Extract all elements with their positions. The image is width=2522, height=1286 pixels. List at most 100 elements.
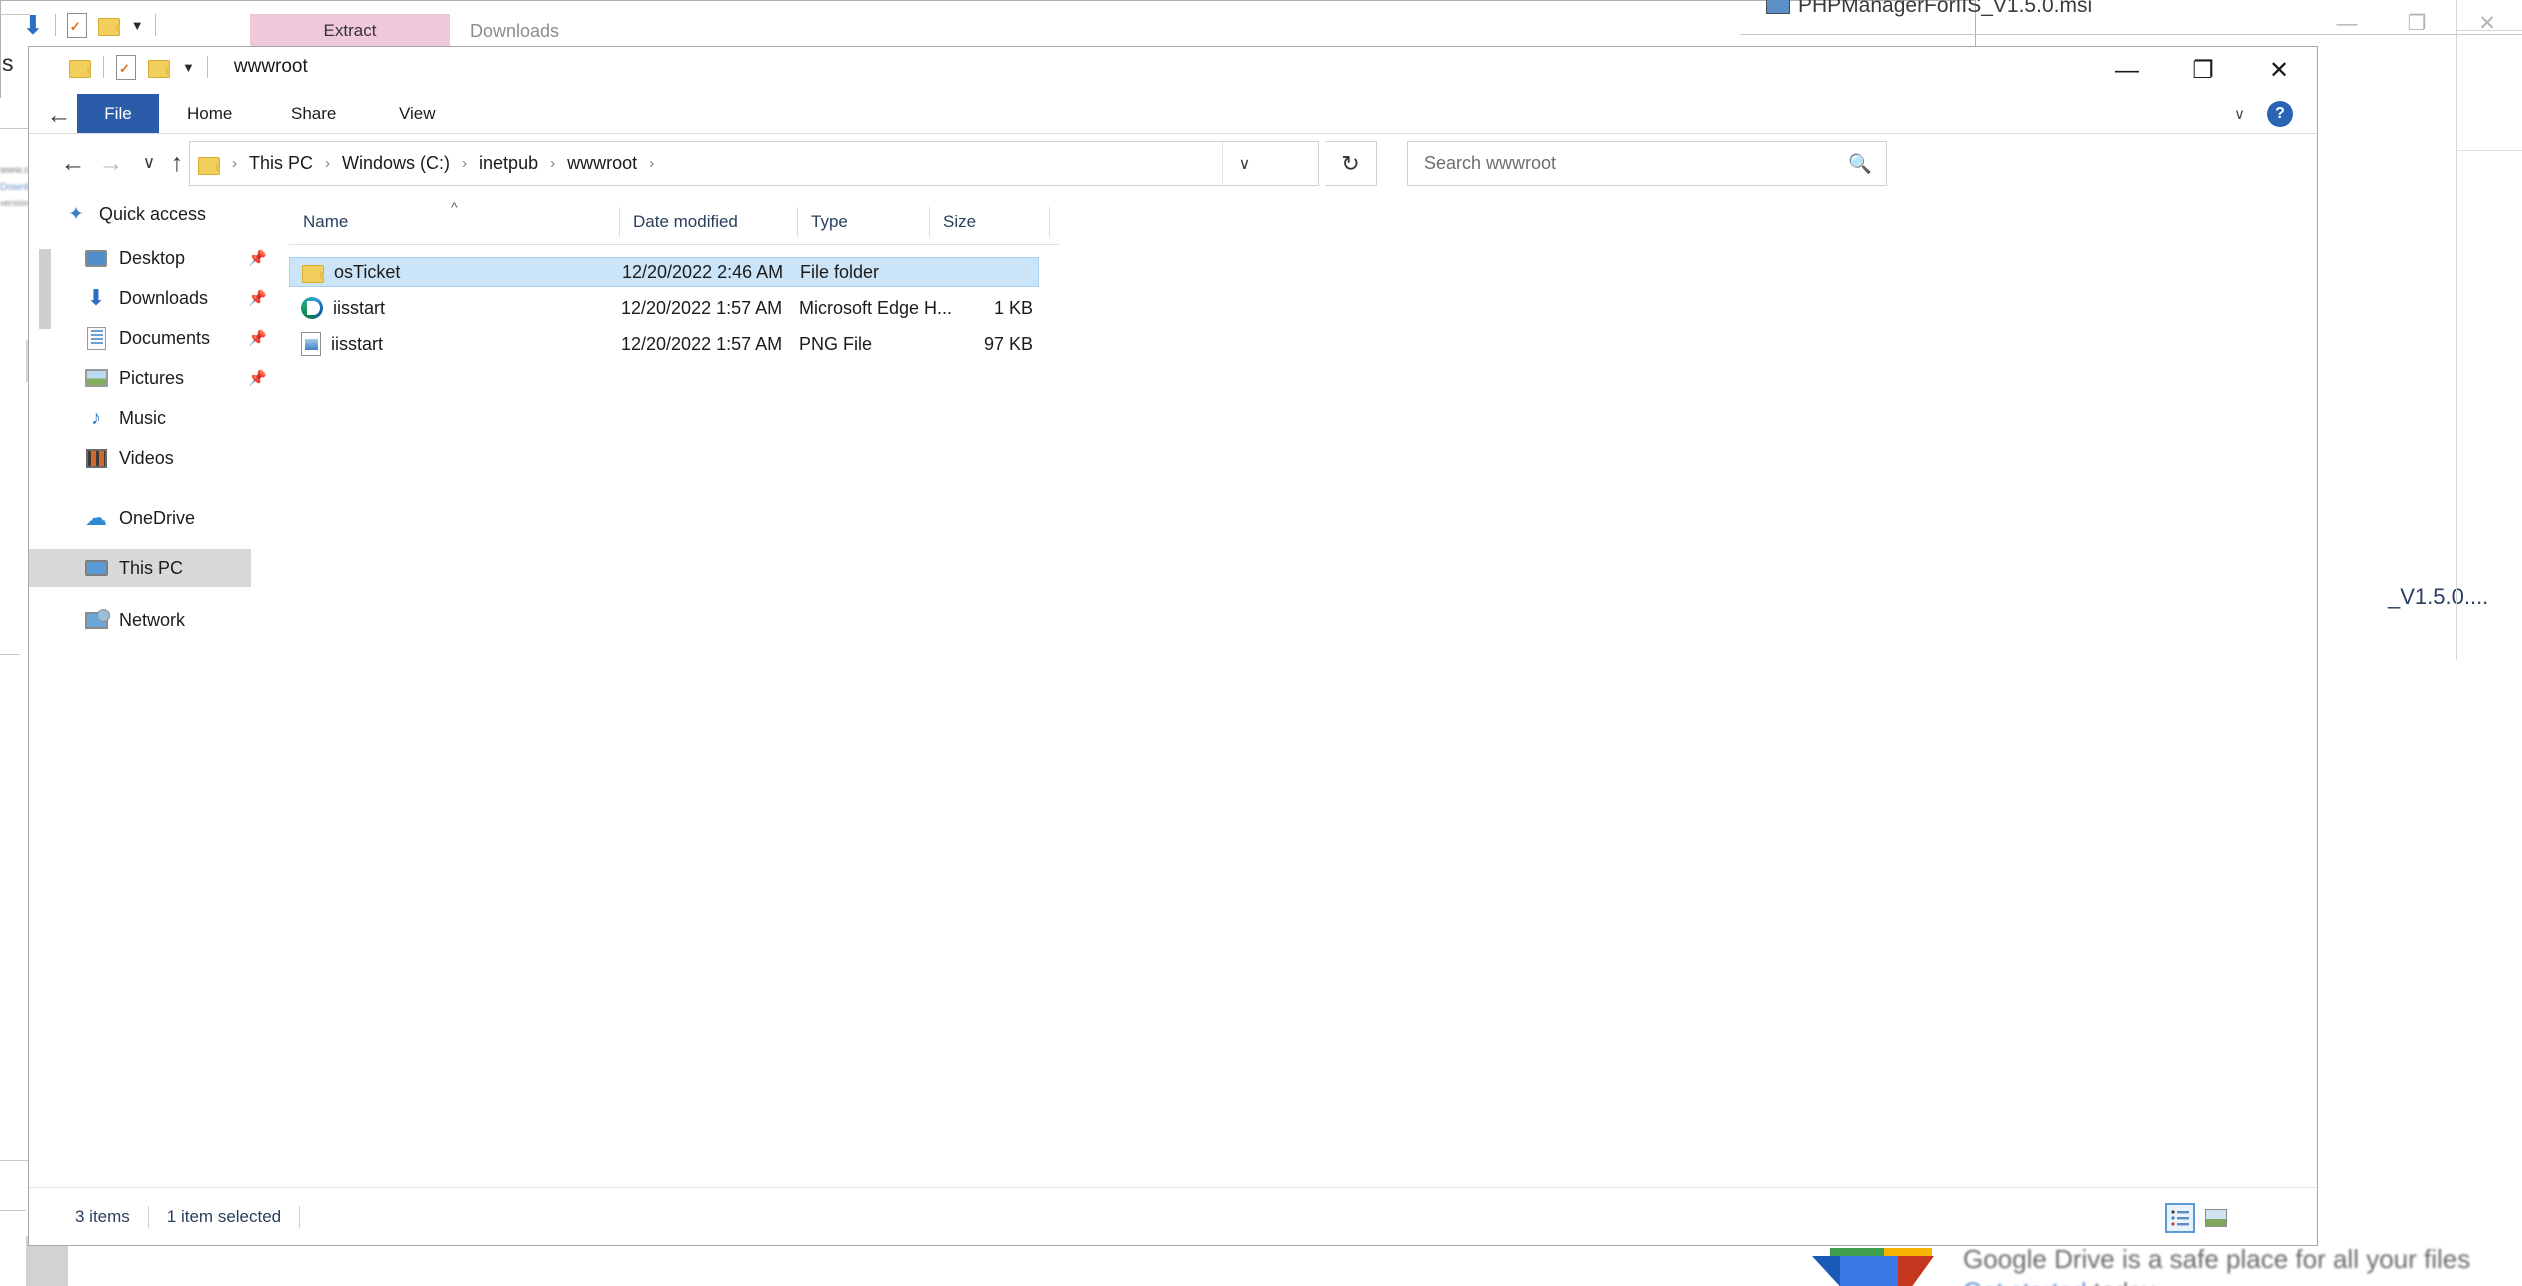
sidebar-item-label: Quick access <box>99 203 207 224</box>
properties-icon[interactable]: ✓ <box>66 13 87 38</box>
sidebar-item-desktop[interactable]: Desktop 📌 <box>29 243 289 273</box>
pin-icon[interactable]: 📌 <box>248 289 267 307</box>
column-header-date-modified[interactable]: Date modified <box>619 199 797 244</box>
sidebar-item-documents[interactable]: Documents 📌 <box>29 323 289 353</box>
ribbon-right-controls[interactable]: ∨ ? <box>2234 94 2293 133</box>
properties-icon[interactable]: ✓ <box>116 55 136 80</box>
minimize-button[interactable]: — <box>2312 0 2382 47</box>
chevron-down-icon[interactable]: ▼ <box>131 19 144 32</box>
file-name-label: iisstart <box>333 297 386 318</box>
file-explorer-window[interactable]: ✓ ▼ wwwroot — ❐ ✕ ← File Home Share View… <box>28 46 2318 1246</box>
address-dropdown-chevron-icon[interactable]: ∨ <box>1222 142 1266 185</box>
bg-divider <box>0 1210 26 1211</box>
download-arrow-icon[interactable]: ⬇ <box>22 12 44 38</box>
forward-button[interactable]: → <box>91 143 131 183</box>
ribbon-back-arrow-icon[interactable]: ← <box>39 96 79 134</box>
tab-extract[interactable]: Extract <box>250 14 450 48</box>
toolbar-separator <box>206 56 208 78</box>
sidebar-item-label: Desktop <box>119 247 186 268</box>
file-name-cell[interactable]: iisstart <box>301 332 383 356</box>
sidebar-item-label: Music <box>119 407 167 428</box>
tab-home[interactable]: Home <box>169 94 250 133</box>
screen: s www.osticket.com Download_Ticket versi… <box>0 0 2522 1286</box>
explorer-window-controls[interactable]: — ❐ ✕ <box>2089 47 2317 94</box>
pin-icon[interactable]: 📌 <box>248 369 267 387</box>
address-bar[interactable]: › This PC › Windows (C:) › inetpub › www… <box>189 141 1319 186</box>
folder-icon[interactable] <box>69 58 91 78</box>
pictures-icon <box>81 369 111 387</box>
table-row[interactable]: osTicket 12/20/2022 2:46 AM File folder <box>289 257 1039 287</box>
column-divider[interactable] <box>1049 207 1050 237</box>
search-placeholder: Search wwwroot <box>1424 153 1557 173</box>
tab-share[interactable]: Share <box>273 94 354 133</box>
navigation-pane[interactable]: ✦ Quick access Desktop 📌 ⬇ Downloads 📌 D… <box>29 199 289 1187</box>
tab-downloads[interactable]: Downloads <box>470 21 559 42</box>
download-icon: ⬇ <box>86 285 106 310</box>
chevron-down-icon[interactable]: ▼ <box>182 61 195 74</box>
sidebar-item-quick-access[interactable]: ✦ Quick access <box>29 199 289 229</box>
breadcrumb-this-pc[interactable]: This PC <box>245 153 317 174</box>
tab-file[interactable]: File <box>77 94 159 133</box>
breadcrumb-separator: › <box>649 155 655 172</box>
quick-access-toolbar[interactable]: ✓ ▼ wwwroot <box>69 55 308 80</box>
refresh-button[interactable]: ↻ <box>1325 141 1377 186</box>
file-list-pane[interactable]: ^ Name Date modified Type Size osTicket … <box>289 199 2317 1187</box>
column-header-size[interactable]: Size <box>929 199 1039 244</box>
bg-divider <box>0 654 20 655</box>
column-header-name[interactable]: Name <box>289 199 619 244</box>
breadcrumb-separator: › <box>325 155 331 172</box>
breadcrumb-wwwroot[interactable]: wwwroot <box>563 153 641 174</box>
sidebar-item-downloads[interactable]: ⬇ Downloads 📌 <box>29 283 289 313</box>
view-mode-buttons[interactable] <box>2165 1203 2231 1233</box>
tab-view[interactable]: View <box>381 94 454 133</box>
downloads-tab-row: Extract Downloads <box>250 14 559 48</box>
help-icon[interactable]: ? <box>2267 100 2293 127</box>
file-date-cell: 12/20/2022 2:46 AM <box>622 261 784 282</box>
bg-phpmanager-label: PHPManagerForIIS_V1.5.0.msi <box>1798 0 2093 17</box>
file-name-cell[interactable]: iisstart <box>301 297 385 319</box>
column-header-row: ^ Name Date modified Type Size <box>289 199 1059 245</box>
pin-icon[interactable]: 📌 <box>248 249 267 267</box>
status-bar: 3 items 1 item selected <box>29 1187 2317 1245</box>
explorer-title-bar: ✓ ▼ wwwroot — ❐ ✕ <box>29 47 2317 94</box>
bg-divider <box>0 1160 30 1161</box>
pin-icon[interactable]: 📌 <box>248 329 267 347</box>
downloads-quick-access-toolbar[interactable]: ⬇ ✓ ▼ <box>22 12 156 38</box>
new-folder-icon[interactable] <box>97 16 120 36</box>
sidebar-item-onedrive[interactable]: ☁ OneDrive <box>29 503 289 533</box>
maximize-button[interactable]: ❐ <box>2382 0 2452 47</box>
new-folder-icon[interactable] <box>148 58 170 78</box>
minimize-button[interactable]: — <box>2089 47 2165 94</box>
breadcrumb-inetpub[interactable]: inetpub <box>475 153 542 174</box>
sidebar-item-music[interactable]: ♪ Music <box>29 403 289 433</box>
sidebar-item-label: Pictures <box>119 367 185 388</box>
details-view-icon[interactable] <box>2165 1203 2195 1233</box>
table-row[interactable]: iisstart 12/20/2022 1:57 AM Microsoft Ed… <box>289 293 1039 323</box>
search-input[interactable]: Search wwwroot 🔍 <box>1407 141 1887 186</box>
file-name-cell[interactable]: osTicket <box>302 262 400 283</box>
file-size-cell: 97 KB <box>983 333 1033 354</box>
sidebar-item-pictures[interactable]: Pictures 📌 <box>29 363 289 393</box>
onedrive-icon: ☁ <box>85 505 107 530</box>
large-icons-view-icon[interactable] <box>2201 1203 2231 1233</box>
toolbar-separator <box>54 14 56 36</box>
sidebar-item-network[interactable]: Network <box>29 605 289 635</box>
close-button[interactable]: ✕ <box>2452 0 2522 47</box>
chevron-down-icon[interactable]: ∨ <box>2234 105 2245 123</box>
status-item-count: 3 items <box>75 1206 130 1226</box>
sidebar-item-this-pc[interactable]: This PC <box>29 549 251 587</box>
maximize-button[interactable]: ❐ <box>2165 47 2241 94</box>
file-type-cell: File folder <box>800 261 880 282</box>
status-selection: 1 item selected <box>166 1206 282 1226</box>
search-icon[interactable]: 🔍 <box>1848 152 1872 176</box>
column-header-type[interactable]: Type <box>797 199 929 244</box>
sidebar-item-videos[interactable]: Videos <box>29 443 289 473</box>
sidebar-item-label: OneDrive <box>119 507 196 528</box>
close-button[interactable]: ✕ <box>2241 47 2317 94</box>
downloads-window-controls[interactable]: — ❐ ✕ <box>2312 0 2522 47</box>
back-button[interactable]: ← <box>53 143 93 183</box>
toolbar-separator <box>103 56 104 78</box>
breadcrumb-windows-c[interactable]: Windows (C:) <box>338 153 454 174</box>
table-row[interactable]: iisstart 12/20/2022 1:57 AM PNG File 97 … <box>289 329 1039 359</box>
